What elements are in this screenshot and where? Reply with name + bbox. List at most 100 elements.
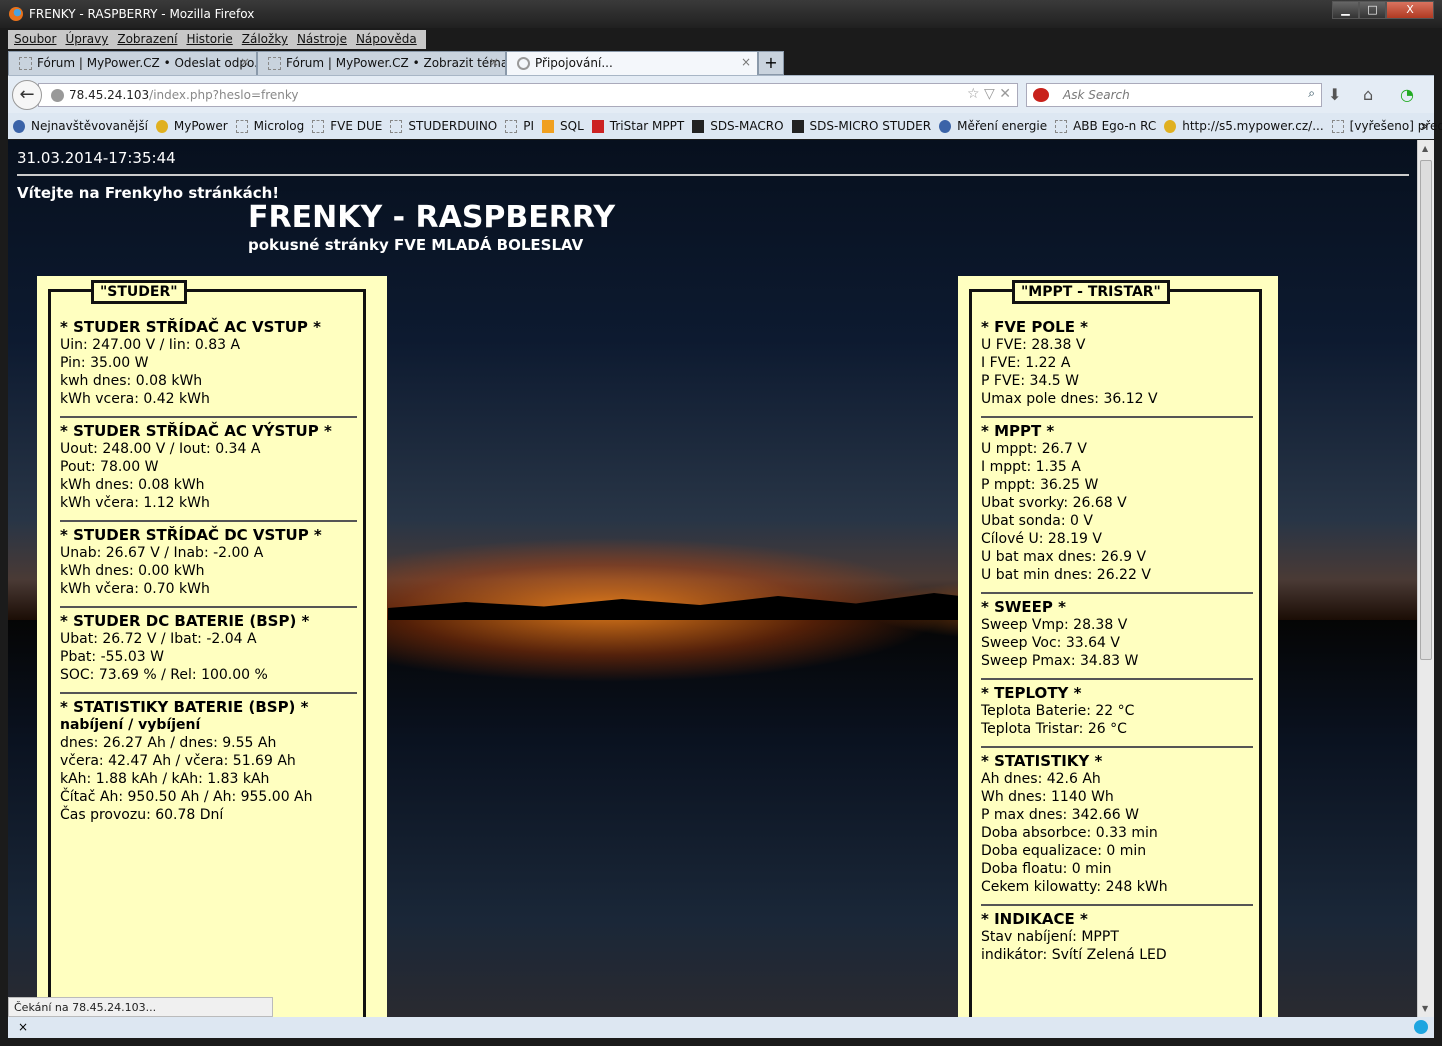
- section-subtitle: nabíjení / vybíjení: [60, 717, 201, 733]
- bookmark-mereni-energie[interactable]: Měření energie: [939, 119, 1047, 133]
- bookmark-microlog[interactable]: Microlog: [235, 119, 304, 133]
- phpmyadmin-icon: [542, 119, 555, 133]
- value-line: včera: 42.47 Ah / včera: 51.69 Ah: [60, 753, 296, 769]
- firefox-logo-icon: [9, 7, 23, 21]
- back-button[interactable]: ←: [12, 80, 42, 110]
- most-visited-icon: [13, 119, 25, 133]
- tristar-icon: [591, 119, 604, 133]
- section-title: * MPPT *: [981, 422, 1055, 440]
- sds-icon: [791, 119, 804, 133]
- scroll-up-icon[interactable]: ▲: [1422, 144, 1428, 153]
- history-dropdown-icon[interactable]: ▽: [984, 86, 995, 102]
- bookmark-sds-macro[interactable]: SDS-MACRO: [692, 119, 784, 133]
- bookmark-mypower[interactable]: MyPower: [155, 119, 228, 133]
- url-host: 78.45.24.103: [69, 88, 150, 102]
- menu-nastroje[interactable]: Nástroje: [294, 30, 353, 49]
- value-line: Uout: 248.00 V / Iout: 0.34 A: [60, 441, 261, 457]
- close-tab-icon[interactable]: ×: [489, 55, 499, 69]
- tristar-fieldset: "MPPT - TRISTAR" * FVE POLE * U FVE: 28.3…: [969, 280, 1262, 1017]
- minimize-button[interactable]: ▁: [1332, 1, 1359, 19]
- tab-strip: Fórum | MyPower.CZ • Odeslat odpo... × Fó…: [8, 51, 784, 75]
- value-line: I FVE: 1.22 A: [981, 355, 1071, 371]
- search-input[interactable]: Ask Search ⌕: [1026, 83, 1322, 107]
- value-line: U FVE: 28.38 V: [981, 337, 1086, 353]
- bookmark-studerduino[interactable]: STUDERDUINO: [390, 119, 497, 133]
- studer-panel: "STUDER" * STUDER STŘÍDAČ AC VSTUP * Uin:…: [37, 276, 387, 1017]
- value-line: Pin: 35.00 W: [60, 355, 149, 371]
- bookmark-sds-micro-studer[interactable]: SDS-MICRO STUDER: [791, 119, 931, 133]
- value-line: kWh dnes: 0.00 kWh: [60, 563, 205, 579]
- bookmark-pi[interactable]: PI: [505, 119, 534, 133]
- value-line: kWh včera: 1.12 kWh: [60, 495, 210, 511]
- window-title: FRENKY - RASPBERRY - Mozilla Firefox: [29, 7, 255, 21]
- menu-zobrazeni[interactable]: Zobrazení: [114, 30, 183, 49]
- menu-napoveda[interactable]: Nápověda: [353, 30, 423, 49]
- tristar-legend: "MPPT - TRISTAR": [1012, 280, 1170, 304]
- ask-logo-icon[interactable]: [1033, 88, 1049, 102]
- home-icon[interactable]: ⌂: [1363, 85, 1373, 104]
- scroll-down-icon[interactable]: ▼: [1422, 1004, 1428, 1013]
- value-line: kWh vcera: 0.42 kWh: [60, 391, 210, 407]
- value-line: Wh dnes: 1140 Wh: [981, 789, 1114, 805]
- section-title: * STUDER DC BATERIE (BSP) *: [60, 612, 310, 630]
- section-title: * INDIKACE *: [981, 910, 1088, 928]
- section: * STUDER DC BATERIE (BSP) * Ubat: 26.72 V…: [60, 608, 357, 694]
- new-tab-button[interactable]: +: [758, 51, 784, 75]
- section-title: * SWEEP *: [981, 598, 1066, 616]
- maximize-button[interactable]: □: [1359, 1, 1386, 19]
- menu-bar: Soubor Úpravy Zobrazení Historie Záložky…: [8, 30, 426, 49]
- value-line: Cekem kilowatty: 248 kWh: [981, 879, 1168, 895]
- value-line: kWh včera: 0.70 kWh: [60, 581, 210, 597]
- tab-label: Fórum | MyPower.CZ • Odeslat odpo...: [37, 56, 257, 70]
- value-line: I mppt: 1.35 A: [981, 459, 1081, 475]
- bookmark-tristar-mppt[interactable]: TriStar MPPT: [591, 119, 684, 133]
- addon-icon[interactable]: ◔: [1400, 85, 1414, 104]
- skype-icon[interactable]: [1414, 1020, 1428, 1034]
- loading-icon: [517, 57, 530, 70]
- menu-soubor[interactable]: Soubor: [11, 30, 62, 49]
- bookmark-s5-mypower[interactable]: http://s5.mypower.cz/...: [1164, 119, 1324, 133]
- bookmark-sql[interactable]: SQL: [542, 119, 584, 133]
- page-icon: [235, 119, 248, 133]
- section-title: * TEPLOTY *: [981, 684, 1082, 702]
- value-line: indikátor: Svítí Zelená LED: [981, 947, 1167, 963]
- page-content: 31.03.2014-17:35:44 Vítejte na Frenkyho …: [8, 140, 1417, 1017]
- search-placeholder: Ask Search: [1063, 88, 1130, 102]
- page-icon: [1331, 119, 1344, 133]
- address-bar[interactable]: 78.45.24.103/index.php?heslo=frenky ☆ ▽ …: [38, 83, 1018, 107]
- close-tab-icon[interactable]: ×: [240, 55, 250, 69]
- menu-upravy[interactable]: Úpravy: [62, 30, 114, 49]
- bookmark-fve-due[interactable]: FVE DUE: [312, 119, 382, 133]
- bookmark-nejnavstevovanejsi[interactable]: Nejnavštěvovanější: [13, 119, 148, 133]
- scrollbar-thumb[interactable]: [1420, 160, 1432, 660]
- stop-icon[interactable]: ✕: [999, 86, 1011, 102]
- value-line: Teplota Tristar: 26 °C: [981, 721, 1127, 737]
- bookmark-abb-ego-n[interactable]: ABB Ego-n RC: [1055, 119, 1156, 133]
- vertical-scrollbar[interactable]: ▲ ▼: [1417, 140, 1434, 1017]
- close-addon-bar-button[interactable]: ×: [18, 1020, 28, 1034]
- tab-forum-odeslat[interactable]: Fórum | MyPower.CZ • Odeslat odpo... ×: [8, 51, 257, 75]
- menu-zalozky[interactable]: Záložky: [239, 30, 294, 49]
- value-line: Sweep Pmax: 34.83 W: [981, 653, 1139, 669]
- studer-fieldset: "STUDER" * STUDER STŘÍDAČ AC VSTUP * Uin:…: [48, 280, 366, 1017]
- more-bookmarks-icon[interactable]: »: [1421, 119, 1428, 133]
- value-line: Stav nabíjení: MPPT: [981, 929, 1119, 945]
- value-line: P max dnes: 342.66 W: [981, 807, 1139, 823]
- search-icon[interactable]: ⌕: [1308, 86, 1315, 101]
- divider: [17, 174, 1409, 176]
- value-line: P mppt: 36.25 W: [981, 477, 1099, 493]
- window-titlebar: FRENKY - RASPBERRY - Mozilla Firefox ▁ □…: [0, 0, 1442, 28]
- download-icon[interactable]: ⬇: [1328, 85, 1341, 104]
- tab-forum-zobrazit[interactable]: Fórum | MyPower.CZ • Zobrazit téma... ×: [257, 51, 506, 75]
- menu-historie[interactable]: Historie: [183, 30, 238, 49]
- close-window-button[interactable]: X: [1386, 1, 1434, 19]
- value-line: SOC: 73.69 % / Rel: 100.00 %: [60, 667, 268, 683]
- value-line: Doba equalizace: 0 min: [981, 843, 1147, 859]
- page-subtitle: pokusné stránky FVE MLADÁ BOLESLAV: [248, 236, 584, 254]
- close-tab-icon[interactable]: ×: [741, 55, 751, 69]
- url-path: /index.php?heslo=frenky: [149, 88, 299, 102]
- studer-legend: "STUDER": [91, 280, 187, 304]
- section-title: * STUDER STŘÍDAČ AC VSTUP *: [60, 318, 321, 336]
- bookmark-star-icon[interactable]: ☆: [967, 86, 980, 102]
- tab-pripojovani[interactable]: Připojování... ×: [506, 51, 758, 75]
